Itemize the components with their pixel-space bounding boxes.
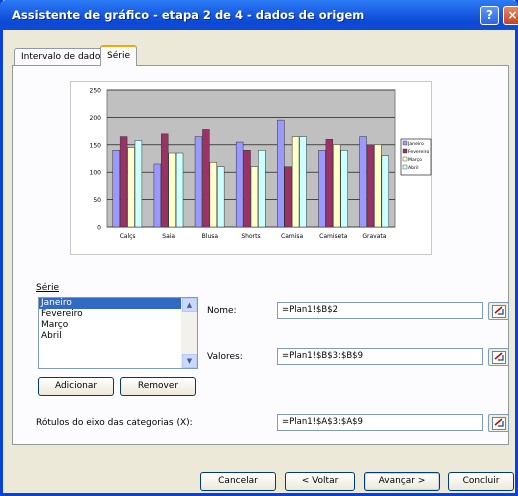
legend-label: Abril xyxy=(408,165,419,171)
values-field[interactable]: =Plan1!$B$3:$B$9 xyxy=(277,348,483,365)
values-label: Valores: xyxy=(207,352,243,362)
cancel-button[interactable]: Cancelar xyxy=(200,472,276,491)
bar xyxy=(161,133,169,228)
range-selector-icon xyxy=(492,305,506,318)
y-tick-label: 0 xyxy=(97,225,101,232)
series-scrollbar[interactable]: ▲ ▼ xyxy=(181,298,197,368)
x-tick-label: Camisa xyxy=(281,233,304,240)
legend-label: Fevereiro xyxy=(408,149,429,155)
legend-swatch xyxy=(402,148,408,154)
y-tick-label: 100 xyxy=(90,170,102,177)
legend-label: Março xyxy=(408,157,422,163)
values-collapse-button[interactable] xyxy=(488,348,509,366)
bar xyxy=(194,136,203,228)
series-list-item[interactable]: Abril xyxy=(39,331,181,342)
x-tick-label: Shorts xyxy=(241,233,260,240)
x-tick-label: Saia xyxy=(162,233,175,240)
tab-intervalo-de-dados[interactable]: Intervalo de dados xyxy=(14,48,113,65)
bar xyxy=(202,129,210,228)
bar xyxy=(250,166,259,228)
bar xyxy=(153,163,162,228)
x-tick-label: Blusa xyxy=(202,233,219,240)
bar xyxy=(258,150,266,228)
bar xyxy=(291,136,300,228)
bar xyxy=(325,139,334,228)
bar xyxy=(243,150,251,228)
scroll-down-icon[interactable]: ▼ xyxy=(182,354,197,368)
chart-preview: 0 50 100 150 200 250 Calçs Saia Blusa Shorts Camis… xyxy=(70,81,432,255)
y-tick-label: 50 xyxy=(93,197,101,204)
bar xyxy=(209,162,218,228)
category-collapse-button[interactable] xyxy=(488,414,509,432)
bar xyxy=(374,144,382,228)
window-title: Assistente de gráfico - etapa 2 de 4 - d… xyxy=(12,8,365,22)
bar xyxy=(119,136,128,228)
finish-button[interactable]: Concluir xyxy=(448,472,514,491)
range-selector-icon xyxy=(492,351,506,364)
next-button[interactable]: Avançar > xyxy=(364,472,440,491)
bar xyxy=(277,119,285,228)
series-list-item[interactable]: Fevereiro xyxy=(39,309,181,320)
title-bar[interactable]: Assistente de gráfico - etapa 2 de 4 - d… xyxy=(0,0,518,30)
category-axis-field[interactable]: =Plan1!$A$3:$A$9 xyxy=(277,414,483,431)
bar xyxy=(284,166,292,228)
serie-section-label: Série xyxy=(36,283,59,293)
series-listbox[interactable]: Janeiro Fevereiro Março Abril ▲ ▼ xyxy=(38,297,198,369)
close-button[interactable]: × xyxy=(503,6,518,25)
x-tick-label: Calçs xyxy=(120,233,136,240)
legend-swatch xyxy=(402,156,408,162)
bar xyxy=(112,150,120,228)
series-list-item[interactable]: Março xyxy=(39,320,181,331)
help-button[interactable]: ? xyxy=(480,6,499,25)
y-tick-label: 200 xyxy=(90,115,102,122)
back-button[interactable]: < Voltar xyxy=(285,472,355,491)
legend-label: Janeiro xyxy=(407,141,424,147)
name-field[interactable]: =Plan1!$B$2 xyxy=(277,302,483,319)
legend-swatch xyxy=(402,140,408,146)
name-collapse-button[interactable] xyxy=(488,302,509,320)
bar xyxy=(333,144,341,228)
bar xyxy=(175,152,184,228)
bar xyxy=(366,144,375,228)
y-tick-label: 250 xyxy=(90,88,102,95)
category-axis-label: Rótulos do eixo das categorias (X): xyxy=(36,418,193,428)
bar xyxy=(134,140,143,228)
range-selector-icon xyxy=(492,417,506,430)
bar xyxy=(168,152,176,228)
bar xyxy=(127,147,135,228)
chart-svg: 0 50 100 150 200 250 Calçs Saia Blusa Shorts Camis… xyxy=(90,88,432,240)
bar xyxy=(217,166,225,228)
y-tick-label: 150 xyxy=(90,142,102,149)
add-series-button[interactable]: Adicionar xyxy=(38,377,114,396)
bar xyxy=(318,150,326,228)
scroll-up-icon[interactable]: ▲ xyxy=(182,298,197,312)
bar xyxy=(299,136,307,228)
name-label: Nome: xyxy=(207,306,237,316)
x-tick-label: Gravata xyxy=(362,233,386,240)
legend-swatch xyxy=(402,164,408,170)
bar xyxy=(359,136,367,228)
bar xyxy=(340,150,348,228)
bar xyxy=(381,155,389,228)
x-tick-label: Camiseta xyxy=(319,233,348,240)
bar xyxy=(235,141,244,228)
remove-series-button[interactable]: Remover xyxy=(120,377,196,396)
tab-serie[interactable]: Série xyxy=(100,45,137,66)
series-list-item[interactable]: Janeiro xyxy=(39,298,181,309)
